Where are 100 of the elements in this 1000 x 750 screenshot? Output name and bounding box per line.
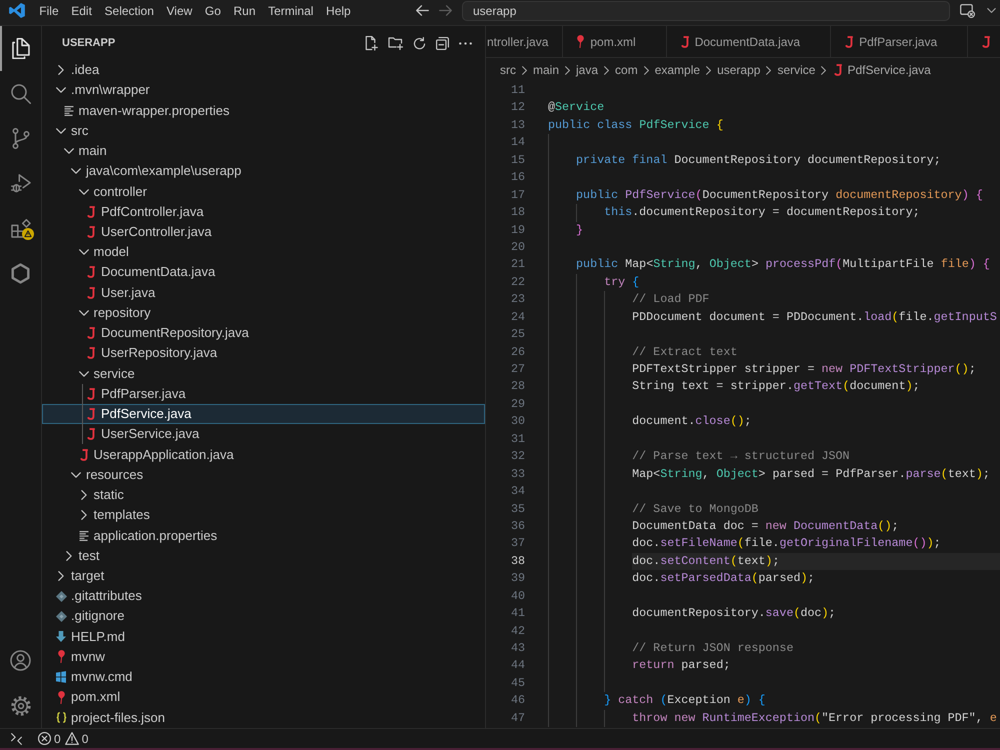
line-number: 43	[510, 640, 526, 657]
java-icon	[87, 286, 95, 299]
line-number: 12	[510, 99, 526, 116]
tree-item[interactable]: .gitignore	[42, 606, 485, 627]
tree-item[interactable]: UserService.java	[42, 424, 485, 444]
tree-item[interactable]: .gitattributes	[42, 586, 485, 606]
code-line: Map<String, Object> parsed = PdfParser.parse(text);	[632, 466, 990, 481]
pin-icon	[58, 650, 64, 664]
folder-item[interactable]: resources	[42, 464, 485, 485]
menu-item[interactable]: Edit	[64, 2, 98, 20]
arrow-down-icon	[56, 631, 66, 642]
tree-item[interactable]: User.java	[42, 282, 485, 303]
folder-item[interactable]: src	[42, 120, 485, 141]
tree-item[interactable]: PdfService.java	[42, 404, 485, 424]
tiles-icon	[56, 671, 66, 684]
chevron-icon	[706, 66, 712, 74]
breadcrumb-item[interactable]: example	[654, 62, 700, 78]
tab[interactable]: ntroller.java	[486, 26, 564, 57]
code-line: // Load PDF	[632, 292, 710, 306]
menu-item[interactable]: Selection	[98, 2, 160, 20]
folder-item[interactable]: repository	[42, 302, 485, 324]
minus-squares-icon[interactable]	[436, 36, 449, 50]
tree-item[interactable]: application.properties	[42, 525, 485, 546]
tab[interactable]: PdfParser.java	[831, 26, 968, 57]
folder-item[interactable]: target	[42, 566, 485, 586]
java-icon	[87, 388, 95, 400]
account-icon	[10, 650, 31, 671]
breadcrumb-item[interactable]: src	[500, 62, 516, 78]
tree-item[interactable]: mvnw	[42, 646, 485, 668]
breadcrumb-item[interactable]: userapp	[717, 62, 760, 78]
command-center[interactable]: userapp	[462, 0, 950, 20]
tree-item[interactable]: DocumentData.java	[42, 262, 485, 283]
menu-item[interactable]: View	[160, 2, 199, 20]
settings-icon	[10, 696, 30, 716]
tree-item[interactable]: maven-wrapper.properties	[42, 100, 485, 121]
java-icon	[87, 428, 95, 440]
folder-item[interactable]: .mvn\wrapper	[42, 80, 485, 100]
tree-item[interactable]: HELP.md	[42, 626, 485, 647]
folder-plus-icon[interactable]	[388, 36, 403, 50]
line-number: 38	[510, 552, 526, 570]
tab[interactable]: DocumentData.java	[666, 26, 832, 57]
breadcrumb-item[interactable]: service	[777, 62, 816, 78]
tree-item[interactable]: UserController.java	[42, 222, 485, 242]
folder-item[interactable]: .idea	[42, 60, 485, 80]
tree-item[interactable]: UserappApplication.java	[42, 444, 485, 465]
menu-item[interactable]: Go	[198, 2, 228, 20]
folder-item[interactable]: service	[42, 364, 485, 384]
breadcrumb-item[interactable]: PdfService.java	[834, 62, 931, 78]
code-line: document.close();	[632, 414, 752, 428]
line-number: 24	[510, 308, 526, 326]
chevron-icon	[821, 66, 826, 74]
errors-button[interactable]: 0	[36, 730, 63, 747]
folder-item[interactable]: java\com\example\userapp	[42, 161, 485, 182]
java-icon	[834, 64, 842, 76]
more-icon[interactable]	[459, 42, 472, 44]
java-icon	[87, 266, 95, 278]
caret-icon[interactable]	[987, 8, 996, 13]
file-plus-icon[interactable]	[365, 36, 378, 50]
tree-item[interactable]: UserRepository.java	[42, 343, 485, 364]
pin-icon	[58, 690, 64, 704]
screen-icon[interactable]	[960, 4, 975, 18]
code-line: public class PdfService {	[548, 118, 724, 132]
tree-item[interactable]: DocumentRepository.java	[42, 323, 485, 344]
search-icon	[10, 84, 30, 104]
code-line: this.documentRepository = documentRepository;	[604, 205, 920, 220]
breadcrumb-item[interactable]: java	[576, 62, 598, 78]
folder-item[interactable]: main	[42, 140, 485, 162]
tree-item[interactable]: mvnw.cmd	[42, 667, 485, 688]
explorer-title: USERAPP	[62, 37, 116, 49]
java-icon	[87, 408, 95, 420]
code-line: @Service	[548, 100, 604, 114]
tab[interactable]: pom.xml	[563, 26, 667, 57]
folder-item[interactable]: templates	[42, 505, 485, 526]
lines-icon	[78, 530, 88, 540]
folder-item[interactable]: test	[42, 546, 485, 566]
menu-item[interactable]: File	[33, 2, 65, 20]
code-line: // Parse text → structured JSON	[632, 449, 850, 464]
tree-item[interactable]: pom.xml	[42, 687, 485, 708]
code-line: DocumentData doc = new DocumentData();	[632, 518, 899, 533]
tree-item[interactable]: PdfController.java	[42, 202, 485, 222]
line-number: 42	[510, 622, 526, 640]
warnings-button[interactable]: 0	[62, 730, 90, 747]
tree-item[interactable]: PdfParser.java	[42, 384, 485, 404]
arrow-left-icon[interactable]	[416, 5, 429, 16]
code-line: documentRepository.save(doc);	[632, 606, 836, 620]
menu-item[interactable]: Terminal	[262, 2, 320, 20]
breadcrumb-item[interactable]: com	[615, 62, 638, 78]
line-number: 47	[510, 710, 526, 727]
breadcrumb-item[interactable]: main	[533, 62, 560, 78]
warning-icon	[64, 732, 79, 745]
remote-button[interactable]	[9, 730, 23, 747]
folder-item[interactable]: static	[42, 484, 485, 506]
folder-item[interactable]: model	[42, 242, 485, 262]
line-number: 35	[510, 500, 526, 518]
tree-item[interactable]: project-files.json	[42, 708, 485, 728]
menu-item[interactable]: Run	[227, 2, 262, 20]
diamond-icon	[56, 610, 66, 622]
refresh-icon[interactable]	[413, 36, 426, 50]
folder-item[interactable]: controller	[42, 181, 485, 202]
menu-item[interactable]: Help	[320, 2, 358, 20]
